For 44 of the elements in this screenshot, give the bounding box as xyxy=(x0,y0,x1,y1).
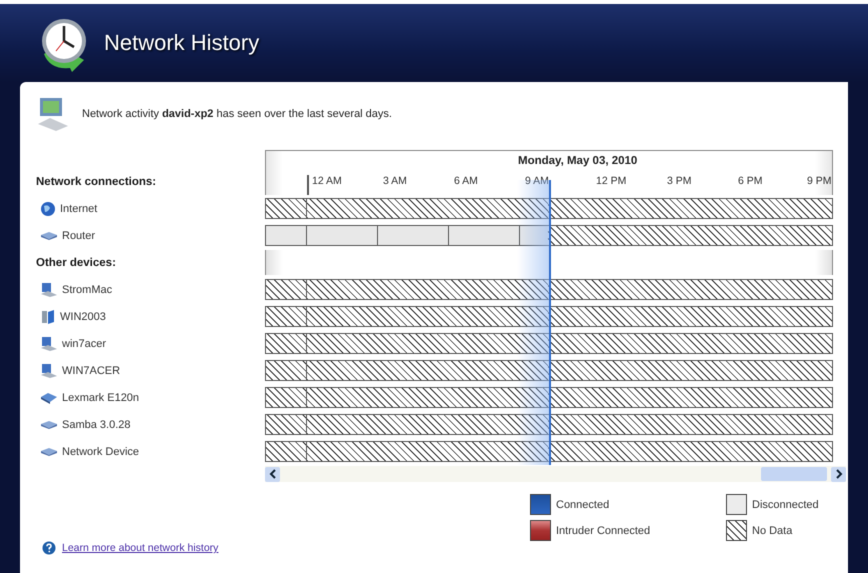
scroll-left-button[interactable] xyxy=(265,466,280,482)
help-link[interactable]: Learn more about network history xyxy=(62,542,218,554)
legend-label: Connected xyxy=(556,498,610,510)
globe-icon xyxy=(40,200,56,216)
legend-label: Disconnected xyxy=(752,498,819,510)
description-text: Network activity david-xp2 has seen over the last several days. xyxy=(82,108,392,120)
printer-icon xyxy=(40,390,58,404)
legend-label: No Data xyxy=(752,524,792,536)
computer-icon xyxy=(40,336,58,352)
window-title: Network History xyxy=(104,30,260,56)
device-name: StromMac xyxy=(62,284,112,296)
scroll-right-button[interactable] xyxy=(831,466,846,482)
device-name: Network Device xyxy=(62,446,140,458)
hour-label: 3 AM xyxy=(382,175,408,189)
device-name: win7acer xyxy=(62,338,106,350)
computer-icon xyxy=(36,96,70,132)
server-icon xyxy=(40,308,56,324)
hour-label: 9 AM xyxy=(524,175,550,189)
router-icon xyxy=(40,420,58,430)
device-name: WIN7ACER xyxy=(62,364,120,376)
hour-label: 12 AM xyxy=(311,175,343,189)
hour-label: 6 PM xyxy=(737,175,764,189)
chevron-right-icon xyxy=(834,469,842,479)
help-icon xyxy=(42,541,56,555)
device-name: Samba 3.0.28 xyxy=(62,418,130,430)
scroll-thumb[interactable] xyxy=(761,467,827,481)
device-name: Internet xyxy=(60,202,98,214)
date-label: Monday, May 03, 2010 xyxy=(518,155,638,167)
chevron-left-icon xyxy=(268,469,276,479)
router-icon xyxy=(40,446,58,456)
hour-label: 9 PM xyxy=(806,175,832,189)
device-name: Lexmark E120n xyxy=(62,392,140,404)
router-icon xyxy=(40,230,58,240)
legend-label: Intruder Connected xyxy=(556,524,650,536)
hour-label: 3 PM xyxy=(666,175,693,189)
section-heading: Network connections: xyxy=(36,174,156,190)
computer-icon xyxy=(40,282,58,298)
horizontal-scrollbar[interactable] xyxy=(265,466,846,482)
hour-label: 12 PM xyxy=(595,175,628,189)
computer-icon xyxy=(40,362,58,378)
device-name: Router xyxy=(62,230,96,242)
hour-label: 6 AM xyxy=(453,175,479,189)
device-name: WIN2003 xyxy=(60,310,106,322)
section-heading: Other devices: xyxy=(36,256,117,270)
